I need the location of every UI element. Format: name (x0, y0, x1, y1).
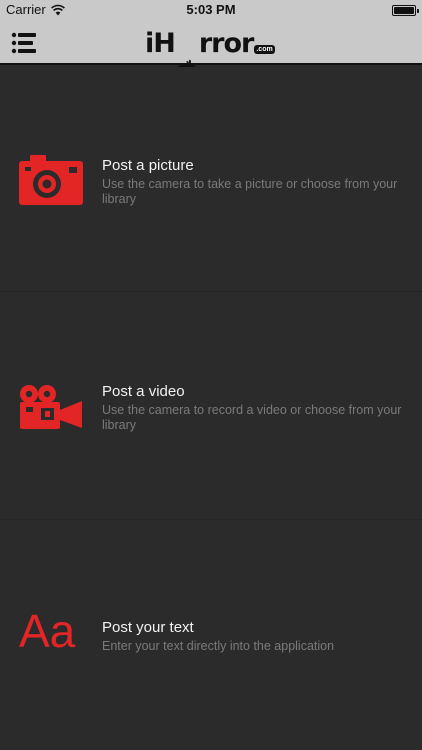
logo-text-after: rror (198, 28, 254, 59)
option-title: Post a video (102, 383, 185, 400)
post-video-option[interactable]: Post a video Use the camera to record a … (0, 292, 422, 520)
logo-dotcom: .com (254, 45, 275, 54)
camera-icon (19, 155, 83, 205)
logo-text-before: iH (145, 28, 176, 59)
option-description: Use the camera to take a picture or choo… (102, 177, 398, 206)
ihorror-logo: iH rror .com (145, 25, 285, 89)
video-camera-icon (20, 385, 82, 429)
post-text-option[interactable]: Aa Post your text Enter your text direct… (0, 520, 422, 750)
status-time: 5:03 PM (186, 2, 236, 17)
option-description: Enter your text directly into the applic… (102, 639, 335, 653)
nav-bar: iH rror .com (0, 20, 422, 89)
post-options-list: Post a picture Use the camera to take a … (0, 67, 422, 750)
status-bar: Carrier 5:03 PM (0, 0, 422, 20)
battery-icon (392, 5, 419, 16)
battery-fill (394, 7, 414, 14)
option-title: Post your text (102, 619, 194, 636)
option-description: Use the camera to record a video or choo… (102, 403, 402, 432)
hamburger-menu-icon[interactable] (10, 29, 40, 57)
option-title: Post a picture (102, 157, 194, 174)
text-icon: Aa (19, 605, 76, 657)
post-picture-option[interactable]: Post a picture Use the camera to take a … (0, 67, 422, 292)
